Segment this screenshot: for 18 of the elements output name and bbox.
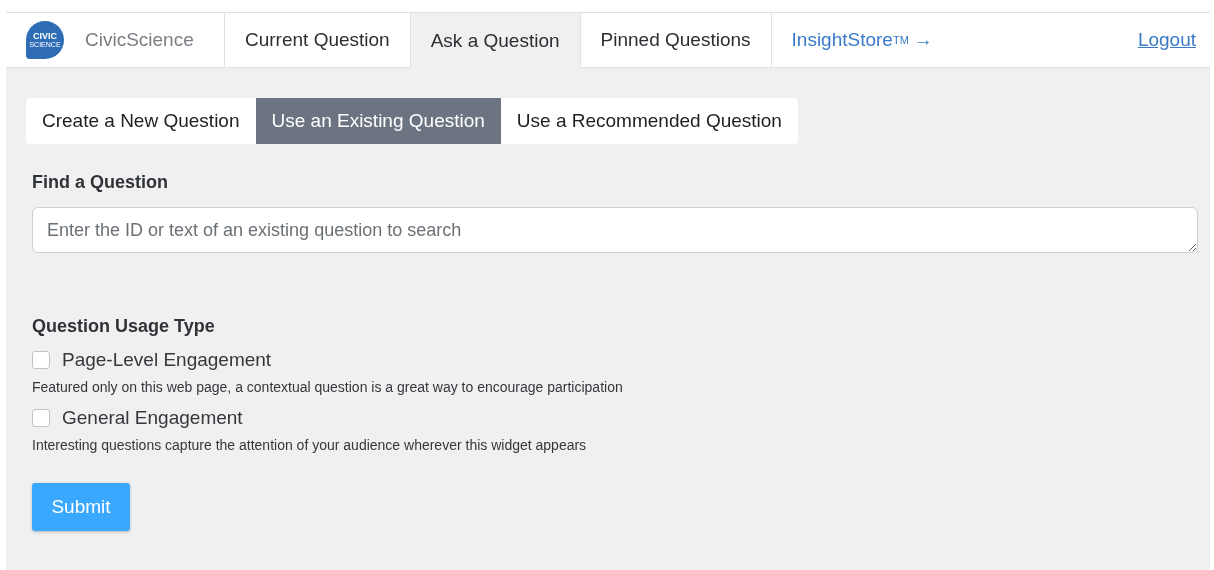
option-description: Interesting questions capture the attention of your audience wherever this widget appears (32, 437, 587, 453)
option-description: Featured only on this web page, a contextual question is a great way to encourage participation (32, 379, 623, 395)
option-label[interactable]: Page-Level Engagement (62, 349, 272, 371)
mode-tab[interactable]: Use an Existing Question (255, 98, 501, 144)
nav-tab[interactable]: Pinned Questions (580, 13, 772, 67)
brand-name: CivicScience (85, 29, 194, 51)
logout-link[interactable]: Logout (1137, 29, 1196, 51)
nav-tab[interactable]: Current Question (225, 13, 411, 67)
section-title: Question Usage Type (32, 316, 215, 337)
checkbox[interactable] (32, 409, 50, 427)
option-label[interactable]: General Engagement (62, 407, 243, 429)
nav-link[interactable]: InsightStore$^{TM}$ → (771, 13, 953, 67)
mode-tab[interactable]: Use a Recommended Question (500, 98, 798, 144)
field-label: Find a Question (32, 172, 168, 193)
search-field[interactable]: Enter the ID or text of an existing question to search (32, 207, 1198, 253)
checkbox[interactable] (32, 351, 50, 369)
nav-tab[interactable]: Ask a Question (410, 13, 581, 68)
mode-tab[interactable]: Create a New Question (26, 98, 256, 144)
